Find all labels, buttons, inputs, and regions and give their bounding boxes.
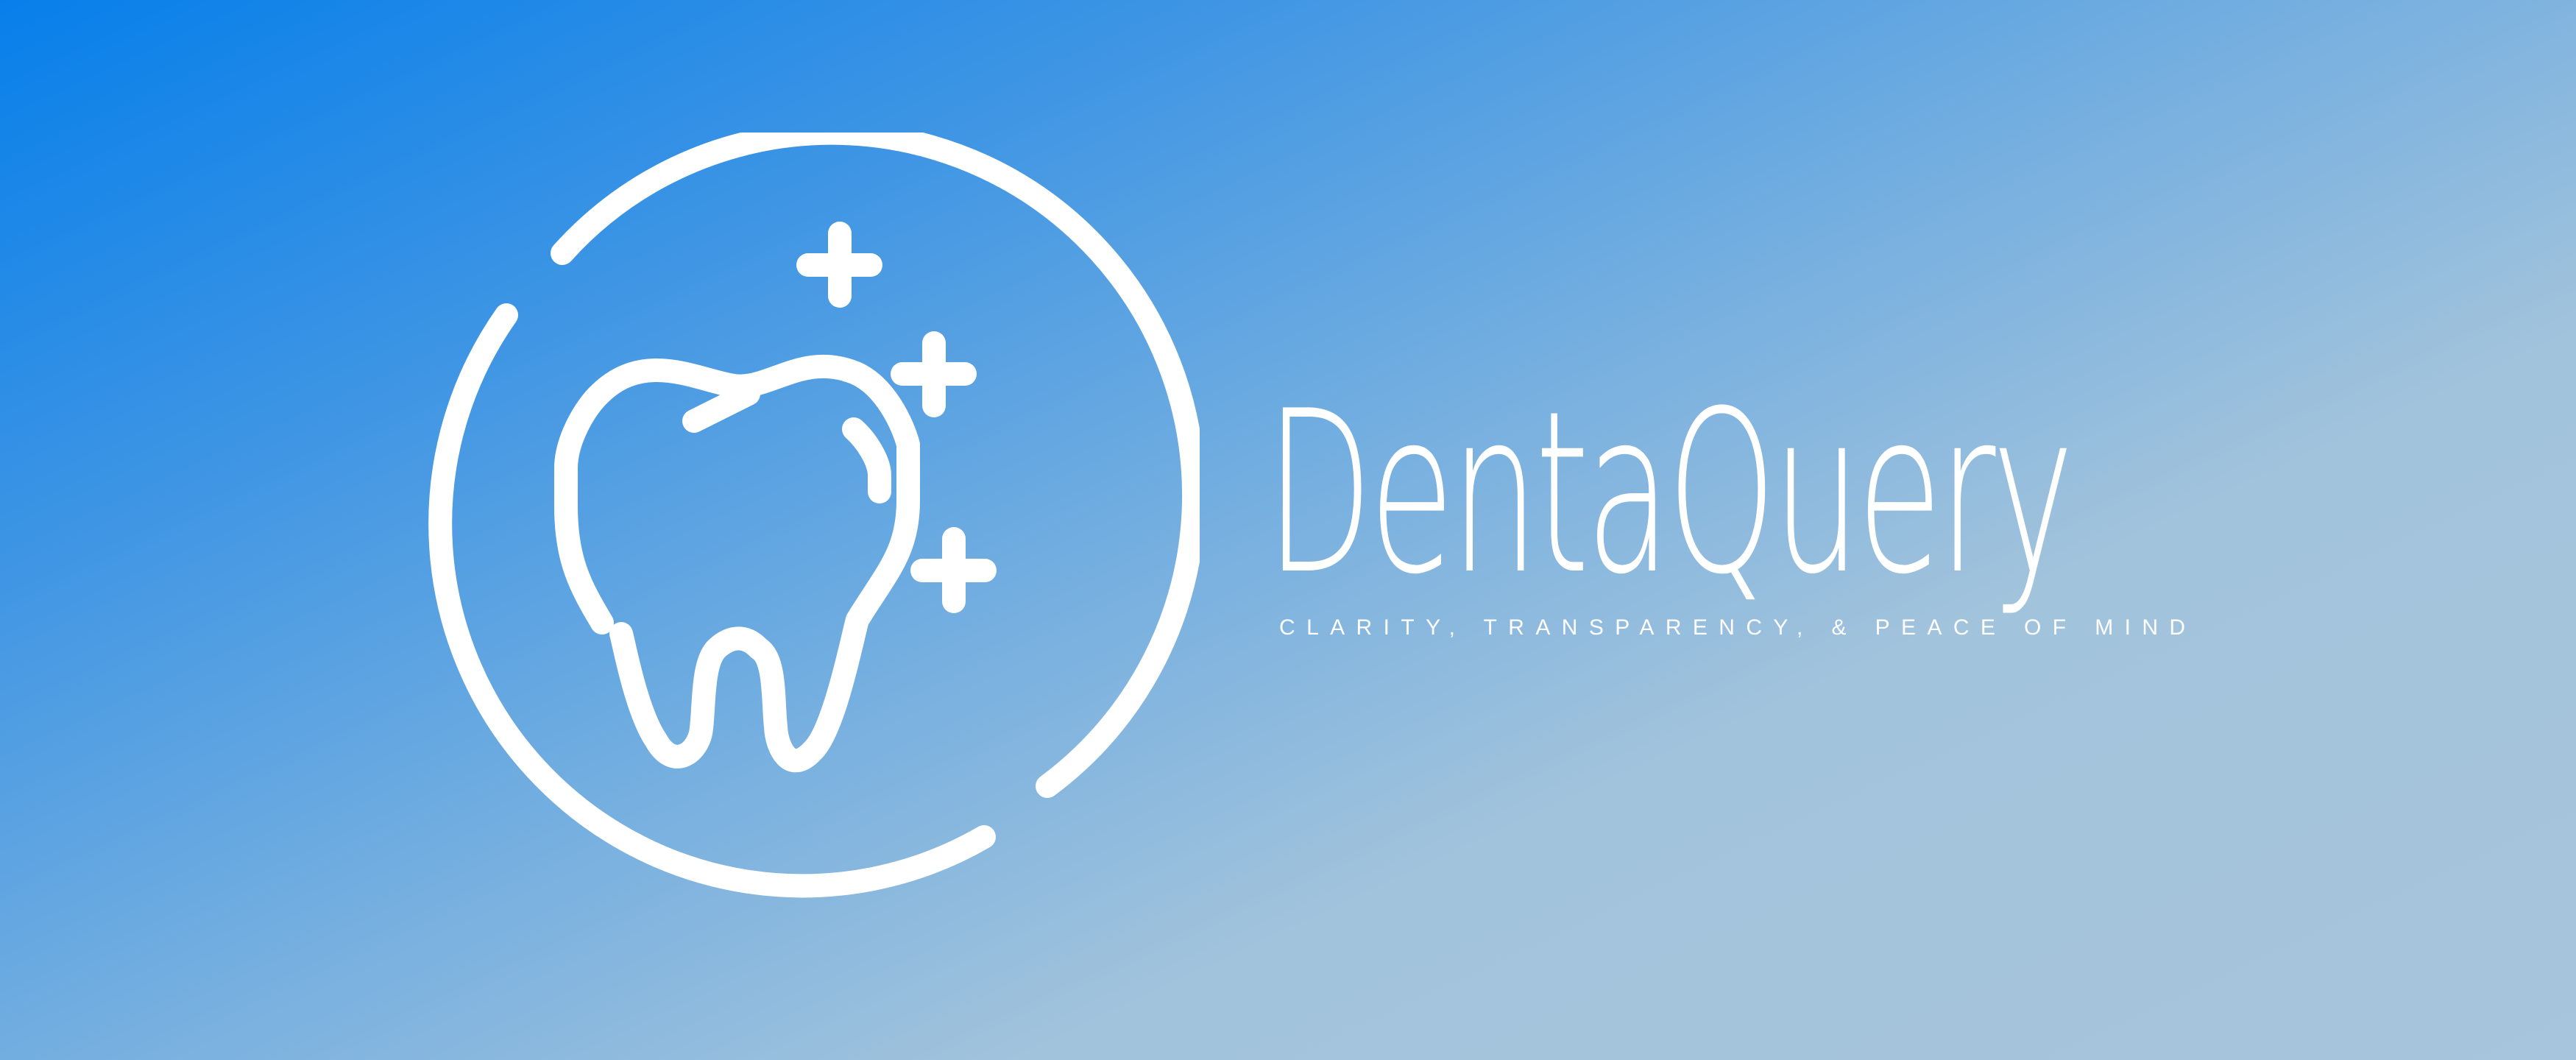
brand-tagline: CLARITY, TRANSPARENCY, & PEACE OF MIND (1279, 615, 2197, 640)
sparkle-middle-icon (891, 331, 977, 417)
tooth-with-sparkles-icon (428, 132, 1200, 898)
tooth-highlight (842, 417, 891, 504)
tooth-crest (682, 382, 760, 433)
brand-name: DentaQuery (1266, 363, 2074, 623)
brand-banner: DentaQuery CLARITY, TRANSPARENCY, & PEAC… (0, 0, 2576, 1060)
sparkle-bottom-icon (910, 527, 997, 613)
sparkle-top-icon (796, 222, 882, 308)
logo-mark (397, 132, 1200, 935)
